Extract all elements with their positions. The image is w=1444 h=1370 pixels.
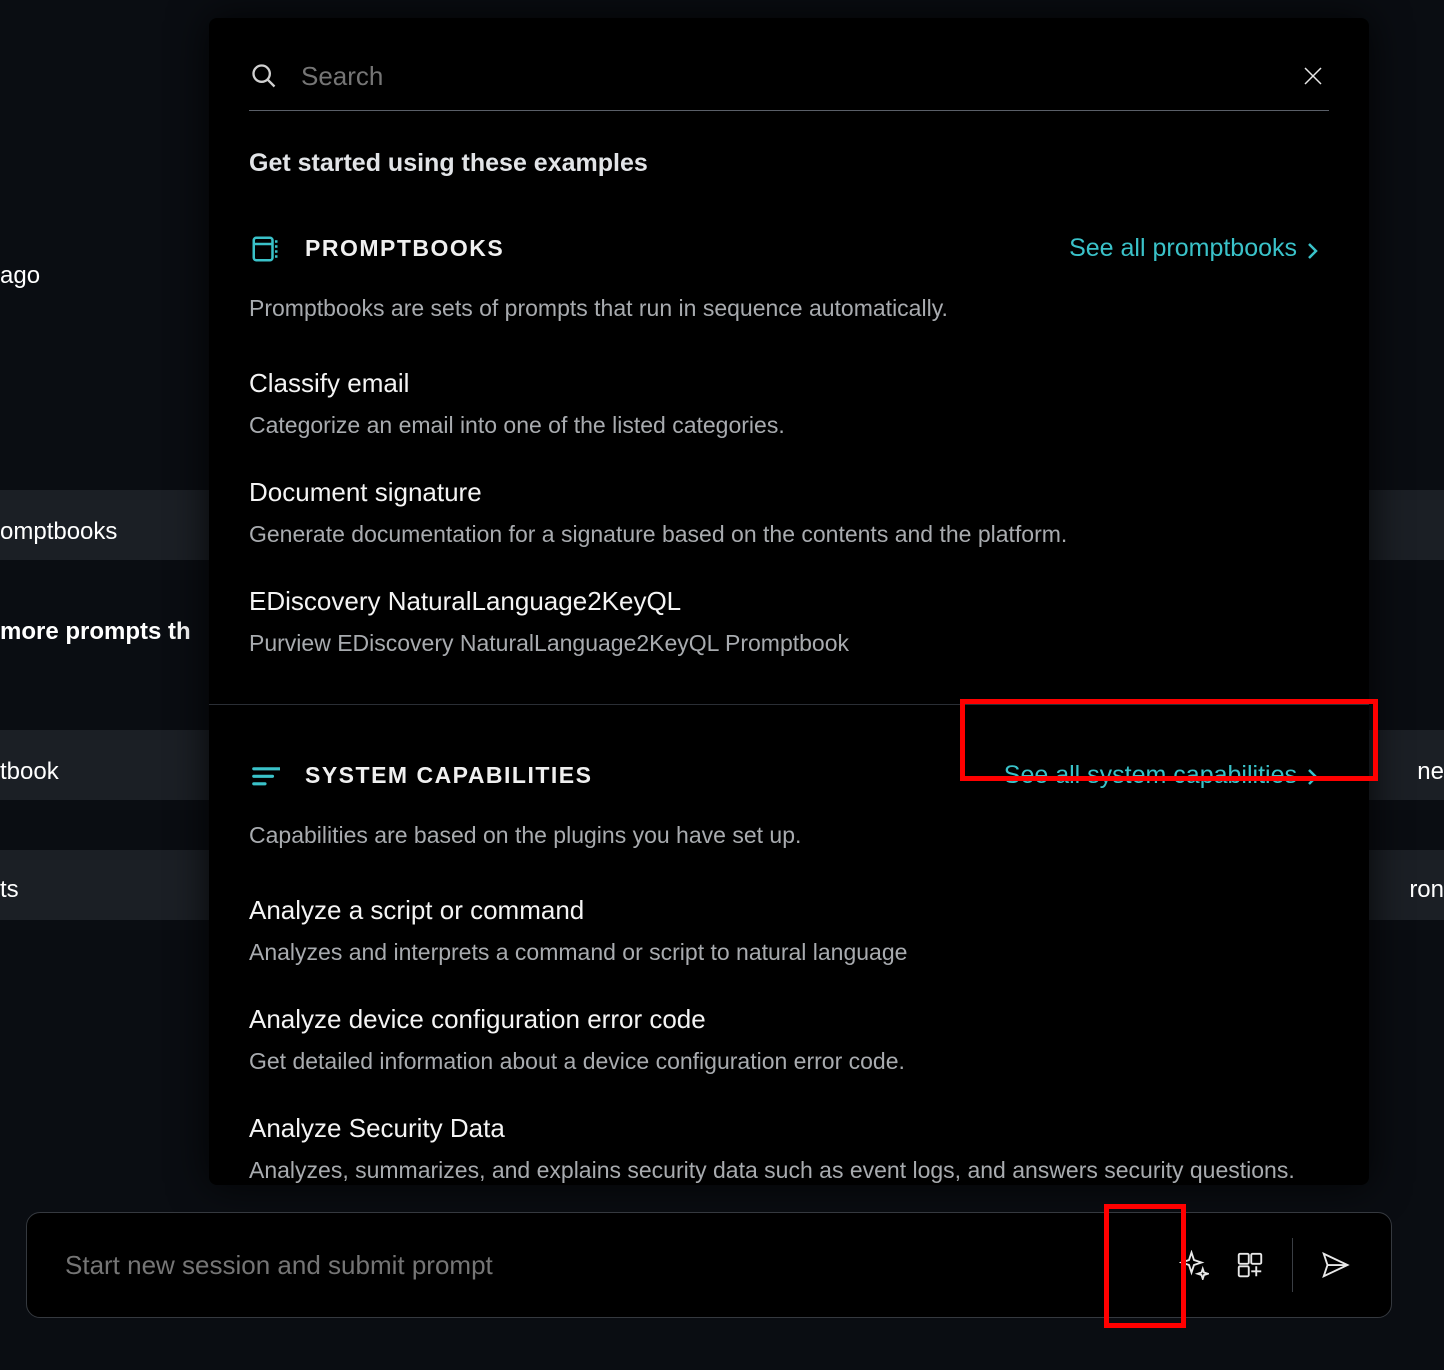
sparkle-button[interactable]	[1166, 1237, 1222, 1293]
action-divider	[1292, 1238, 1293, 1292]
promptbooks-list: Classify email Categorize an email into …	[249, 340, 1329, 668]
promptbooks-header: PROMPTBOOKS See all promptbooks	[249, 230, 1329, 267]
bg-text: omptbooks	[0, 518, 117, 546]
item-title: Analyze a script or command	[249, 895, 1329, 926]
section-divider	[209, 704, 1369, 705]
capabilities-title: SYSTEM CAPABILITIES	[305, 762, 593, 789]
item-desc: Categorize an email into one of the list…	[249, 409, 1329, 441]
chevron-right-icon	[1307, 239, 1319, 259]
item-desc: Get detailed information about a device …	[249, 1045, 1329, 1077]
capabilities-list: Analyze a script or command Analyzes and…	[249, 867, 1329, 1185]
capability-item[interactable]: Analyze device configuration error code …	[249, 976, 1329, 1085]
item-desc: Analyzes and interprets a command or scr…	[249, 936, 1329, 968]
item-desc: Generate documentation for a signature b…	[249, 518, 1329, 550]
item-title: Classify email	[249, 368, 1329, 399]
bg-text: more prompts th	[0, 618, 191, 646]
promptbook-icon	[249, 233, 281, 265]
item-title: Analyze Security Data	[249, 1113, 1329, 1144]
promptbook-item[interactable]: EDiscovery NaturalLanguage2KeyQL Purview…	[249, 558, 1329, 667]
see-all-promptbooks-link[interactable]: See all promptbooks	[1059, 230, 1329, 267]
chevron-right-icon	[1307, 765, 1319, 785]
search-bar	[249, 60, 1329, 111]
item-desc: Purview EDiscovery NaturalLanguage2KeyQL…	[249, 627, 1329, 659]
send-button[interactable]	[1307, 1237, 1363, 1293]
see-all-capabilities-label: See all system capabilities	[1004, 761, 1297, 790]
capabilities-header: SYSTEM CAPABILITIES See all system capab…	[249, 757, 1329, 794]
item-title: Document signature	[249, 477, 1329, 508]
bg-text: ago	[0, 262, 40, 290]
capabilities-section: SYSTEM CAPABILITIES See all system capab…	[209, 757, 1369, 1185]
prompt-input[interactable]	[65, 1250, 1166, 1281]
promptbooks-title: PROMPTBOOKS	[305, 235, 504, 262]
prompt-input-bar	[26, 1212, 1392, 1318]
search-input[interactable]	[301, 61, 1297, 92]
bg-text: ron	[1409, 876, 1444, 904]
promptbooks-desc: Promptbooks are sets of prompts that run…	[249, 295, 1329, 322]
search-icon	[249, 61, 279, 91]
see-all-promptbooks-label: See all promptbooks	[1069, 234, 1297, 263]
panel-subtitle: Get started using these examples	[249, 149, 1329, 178]
suggestion-panel: Get started using these examples PROMPTB…	[209, 18, 1369, 1185]
item-desc: Analyzes, summarizes, and explains secur…	[249, 1154, 1329, 1185]
list-icon	[249, 759, 281, 791]
input-actions	[1166, 1237, 1363, 1293]
see-all-capabilities-link[interactable]: See all system capabilities	[994, 757, 1329, 794]
capability-item[interactable]: Analyze a script or command Analyzes and…	[249, 867, 1329, 976]
capability-item[interactable]: Analyze Security Data Analyzes, summariz…	[249, 1085, 1329, 1185]
promptbooks-section: PROMPTBOOKS See all promptbooks Promptbo…	[209, 230, 1369, 668]
capabilities-desc: Capabilities are based on the plugins yo…	[249, 822, 1329, 849]
apps-button[interactable]	[1222, 1237, 1278, 1293]
bg-text: tbook	[0, 758, 59, 786]
promptbook-item[interactable]: Document signature Generate documentatio…	[249, 449, 1329, 558]
close-button[interactable]	[1297, 60, 1329, 92]
promptbook-item[interactable]: Classify email Categorize an email into …	[249, 340, 1329, 449]
item-title: Analyze device configuration error code	[249, 1004, 1329, 1035]
bg-text: ts	[0, 876, 19, 904]
item-title: EDiscovery NaturalLanguage2KeyQL	[249, 586, 1329, 617]
bg-text: ne	[1417, 758, 1444, 786]
